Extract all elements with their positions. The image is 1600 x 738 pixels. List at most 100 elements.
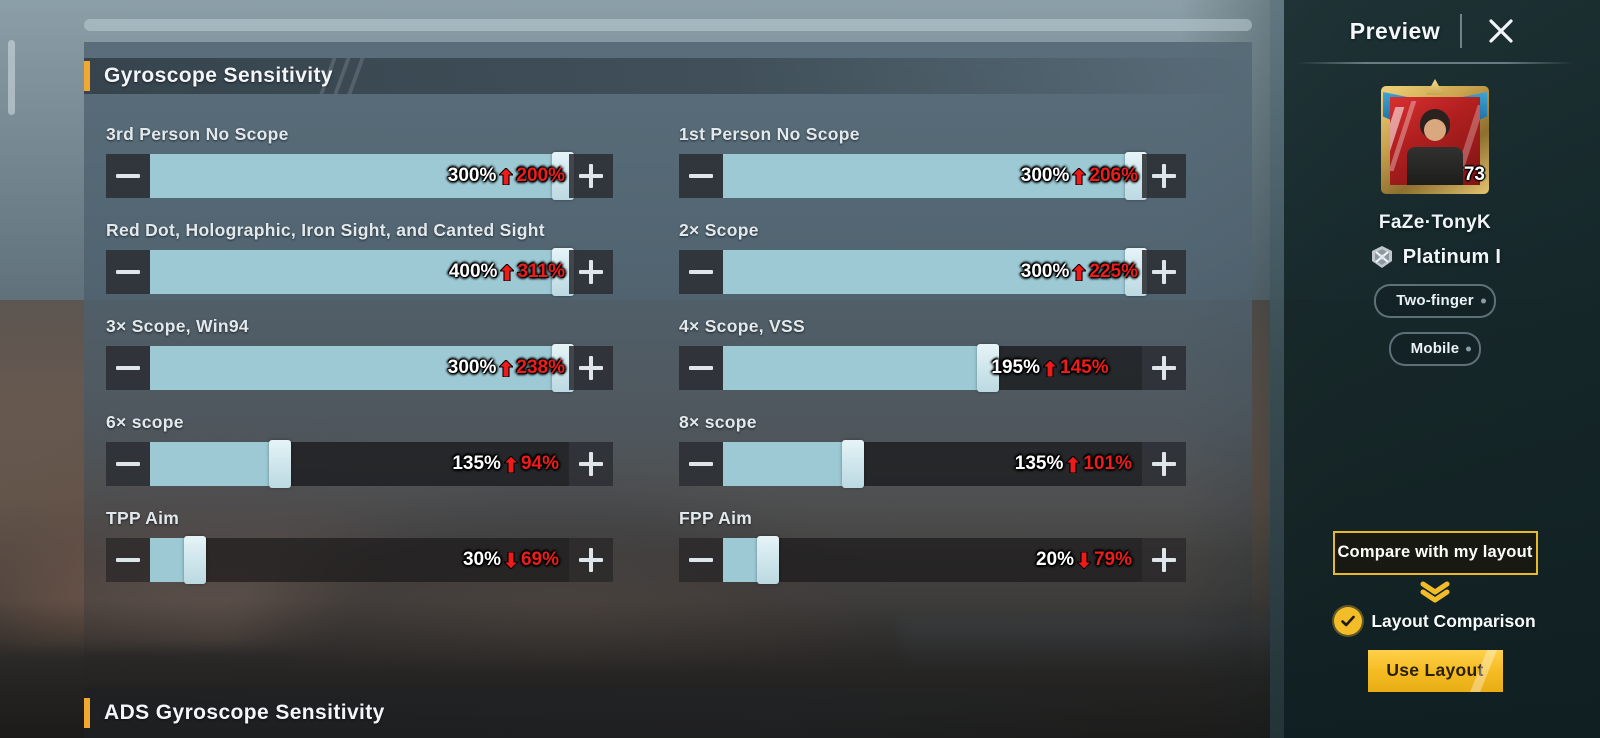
slider-current-value: 135% (452, 453, 501, 474)
slider-track[interactable]: 300% 225% (723, 248, 1147, 296)
sensitivity-setting: 8× scope 135% 101% (679, 412, 1186, 488)
slider-track[interactable]: 30% 69% (150, 536, 569, 584)
slider-current-value: 400% (448, 261, 498, 282)
close-icon (1489, 19, 1513, 43)
delta-arrow (503, 551, 518, 569)
slider-current-value: 300% (1020, 165, 1070, 186)
settings-panel: Gyroscope Sensitivity 3rd Person No Scop… (84, 42, 1252, 738)
slider-value-group: 135% 101% (1015, 442, 1132, 486)
arrow-up-icon (1066, 455, 1081, 473)
section-header-ads-gyroscope: ADS Gyroscope Sensitivity (84, 688, 1252, 738)
increase-button[interactable] (1142, 154, 1186, 198)
slider-handle[interactable] (183, 536, 206, 584)
increase-button[interactable] (569, 250, 613, 294)
horizontal-scrollbar[interactable] (84, 19, 1252, 31)
section-accent-bar-next (84, 698, 90, 728)
slider-control: 400% 311% (106, 248, 613, 296)
delta-arrow (503, 455, 518, 473)
slider-delta-value: 311% (517, 261, 565, 282)
section-accent-bar (84, 61, 90, 91)
decrease-button[interactable] (679, 442, 723, 486)
use-layout-button[interactable]: Use Layout (1367, 650, 1503, 692)
slider-track[interactable]: 400% 311% (150, 248, 574, 296)
decrease-button[interactable] (106, 346, 150, 390)
decrease-button[interactable] (106, 538, 150, 582)
slider-delta-value: 206% (1089, 165, 1138, 186)
increase-button[interactable] (1142, 346, 1186, 390)
delta-arrow (499, 359, 514, 377)
tag-two-finger[interactable]: Two-finger (1374, 284, 1496, 318)
slider-track[interactable]: 300% 238% (150, 344, 574, 392)
avatar-level-badge: 73 (1463, 164, 1485, 185)
compare-layout-button[interactable]: Compare with my layout (1332, 531, 1538, 575)
vertical-scrollbar[interactable] (8, 40, 15, 115)
sensitivity-setting: 6× scope 135% 94% (106, 412, 613, 488)
increase-button[interactable] (569, 346, 613, 390)
slider-delta-value: 145% (1060, 357, 1109, 378)
increase-button[interactable] (569, 442, 613, 486)
decrease-button[interactable] (106, 250, 150, 294)
decrease-button[interactable] (679, 346, 723, 390)
arrow-down-icon (1076, 551, 1091, 569)
slider-row-pair: 3rd Person No Scope 300% 200% 1st Person… (106, 102, 1252, 200)
header-separator (1460, 14, 1463, 48)
decrease-button[interactable] (106, 154, 150, 198)
sensitivity-setting: Red Dot, Holographic, Iron Sight, and Ca… (106, 220, 613, 296)
slider-control: 135% 101% (679, 440, 1186, 488)
decrease-button[interactable] (679, 250, 723, 294)
layout-comparison-label: Layout Comparison (1371, 610, 1536, 631)
slider-handle[interactable] (756, 536, 779, 584)
slider-current-value: 20% (1035, 549, 1074, 570)
delta-arrow (1043, 359, 1057, 377)
decrease-button[interactable] (679, 538, 723, 582)
slider-delta-value: 101% (1083, 453, 1132, 474)
rank-emblem-icon (1371, 246, 1392, 268)
decrease-button[interactable] (679, 154, 723, 198)
avatar-container: 73 (1270, 79, 1600, 194)
arrow-up-icon (500, 263, 515, 281)
rank-label: Platinum I (1402, 245, 1502, 268)
decrease-button[interactable] (106, 442, 150, 486)
increase-button[interactable] (569, 538, 613, 582)
increase-button[interactable] (1142, 250, 1186, 294)
player-name: FaZe·TonyK (1378, 212, 1492, 233)
increase-button[interactable] (1142, 538, 1186, 582)
slider-track[interactable]: 20% 79% (723, 536, 1142, 584)
slider-value-group: 300% 200% (448, 154, 565, 198)
slider-delta-value: 238% (516, 357, 565, 378)
avatar[interactable]: 73 (1381, 79, 1489, 194)
arrow-down-icon (503, 551, 518, 569)
slider-track[interactable]: 135% 94% (150, 440, 569, 488)
slider-current-value: 300% (447, 357, 497, 378)
slider-current-value: 195% (991, 357, 1040, 378)
slider-value-group: 30% 69% (463, 538, 559, 582)
player-rank: Platinum I (1270, 244, 1600, 270)
slider-row-pair: TPP Aim 30% 69% FPP Aim 20% 79% (106, 486, 1252, 584)
sensitivity-setting: 3rd Person No Scope 300% 200% (106, 124, 613, 200)
increase-button[interactable] (1142, 442, 1186, 486)
slider-handle[interactable] (268, 440, 291, 488)
slider-control: 30% 69% (106, 536, 613, 584)
arrow-up-icon (499, 359, 514, 377)
arrow-up-icon (499, 167, 514, 185)
slider-track[interactable]: 135% 101% (723, 440, 1142, 488)
sensitivity-setting: 1st Person No Scope 300% 206% (679, 124, 1186, 200)
check-circle-icon (1334, 607, 1363, 635)
close-button[interactable] (1482, 12, 1520, 50)
slider-current-value: 300% (447, 165, 497, 186)
slider-track[interactable]: 300% 206% (723, 152, 1147, 200)
chevron-down-icon (1420, 581, 1450, 603)
slider-fill (723, 442, 842, 486)
increase-button[interactable] (569, 154, 613, 198)
slider-handle[interactable] (841, 440, 864, 488)
tag-mobile[interactable]: Mobile (1388, 332, 1482, 366)
slider-value-group: 135% 94% (452, 442, 559, 486)
sensitivity-setting: TPP Aim 30% 69% (106, 508, 613, 584)
slider-row-pair: 6× scope 135% 94% 8× scope 135% 101% (106, 390, 1252, 488)
slider-delta-value: 79% (1093, 549, 1132, 570)
layout-comparison-row[interactable]: Layout Comparison (1270, 607, 1600, 635)
setting-label: 8× scope (679, 412, 757, 432)
slider-value-group: 400% 311% (449, 250, 565, 294)
slider-track[interactable]: 300% 200% (150, 152, 574, 200)
slider-track[interactable]: 195% 145% (723, 344, 1142, 392)
